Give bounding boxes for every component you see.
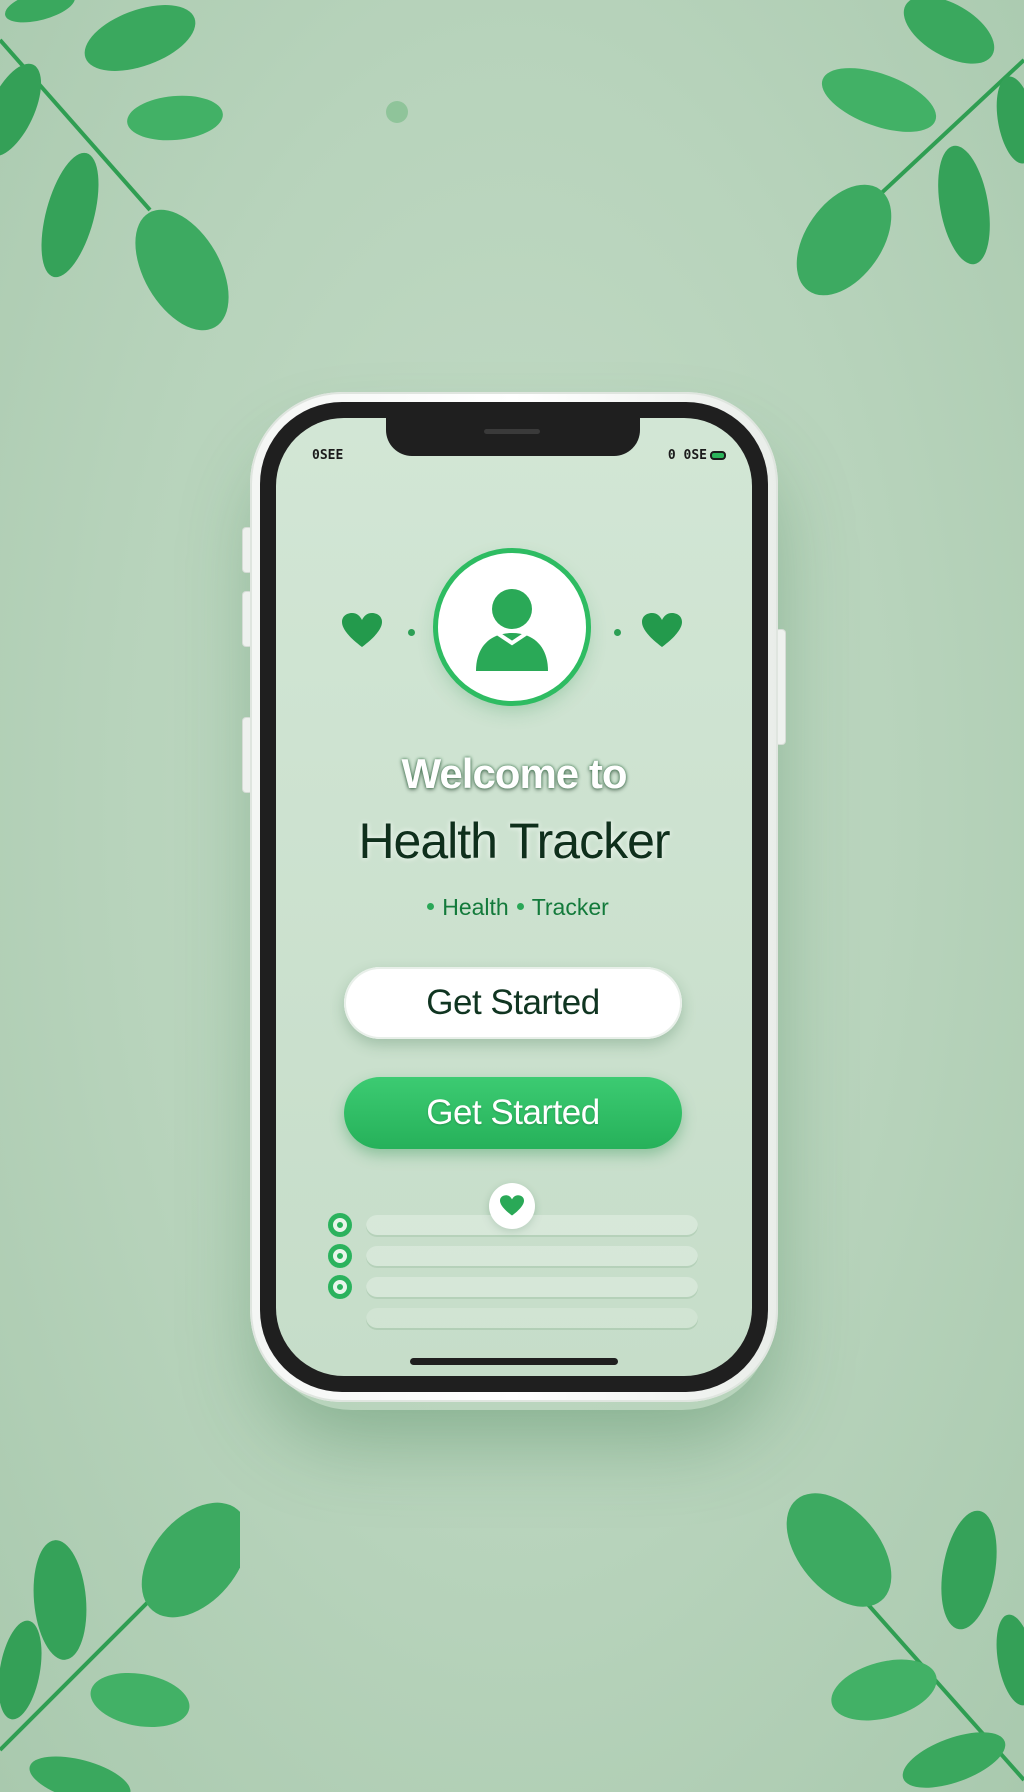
list-item: [328, 1306, 700, 1332]
get-started-button-green[interactable]: Get Started: [344, 1077, 682, 1149]
status-bar-left: 0SEE: [312, 448, 344, 463]
phone-notch: [386, 418, 640, 456]
list-bullet-icon: [328, 1213, 352, 1237]
list-placeholder-line: [366, 1277, 698, 1299]
list-bullet-icon: [328, 1244, 352, 1268]
leaf-branch-icon-top-left: [0, 0, 240, 340]
tagline: Health Tracker: [276, 894, 752, 921]
status-bar-right-text: 0 0SE: [667, 448, 707, 463]
speaker-grille: [484, 429, 540, 434]
leaf-branch-icon-top-right: [784, 0, 1024, 310]
list-item: [328, 1213, 700, 1239]
heart-icon-left: [342, 613, 382, 647]
leaf-branch-icon-bottom-left: [0, 1490, 240, 1792]
tagline-word-1: Health: [442, 894, 509, 920]
tagline-bullet-2: [516, 903, 524, 911]
list-item: [328, 1244, 700, 1270]
tagline-bullet-1: [427, 903, 435, 911]
list-placeholder-line: [366, 1215, 698, 1237]
decorative-dot-right: [614, 629, 621, 636]
app-title: Health Tracker: [358, 813, 670, 869]
decorative-dot-left: [408, 629, 415, 636]
list-item: [328, 1275, 700, 1301]
user-avatar-icon: [438, 553, 586, 701]
phone-screen: 0SEE 0 0SE Welcome to Health Tracker Hea…: [276, 418, 752, 1376]
tagline-word-2: Tracker: [531, 894, 609, 920]
welcome-heading: Welcome to: [401, 750, 628, 797]
decorative-dot: [386, 101, 408, 123]
status-bar-right: 0 0SE: [668, 448, 726, 463]
heart-icon-right: [642, 613, 682, 647]
list-bullet-icon: [328, 1275, 352, 1299]
list-placeholder-line: [366, 1246, 698, 1268]
battery-icon: [710, 451, 726, 460]
get-started-button-white[interactable]: Get Started: [344, 967, 682, 1039]
list-placeholder-line: [366, 1308, 698, 1330]
home-indicator[interactable]: [410, 1358, 618, 1365]
leaf-branch-icon-bottom-right: [784, 1480, 1024, 1792]
